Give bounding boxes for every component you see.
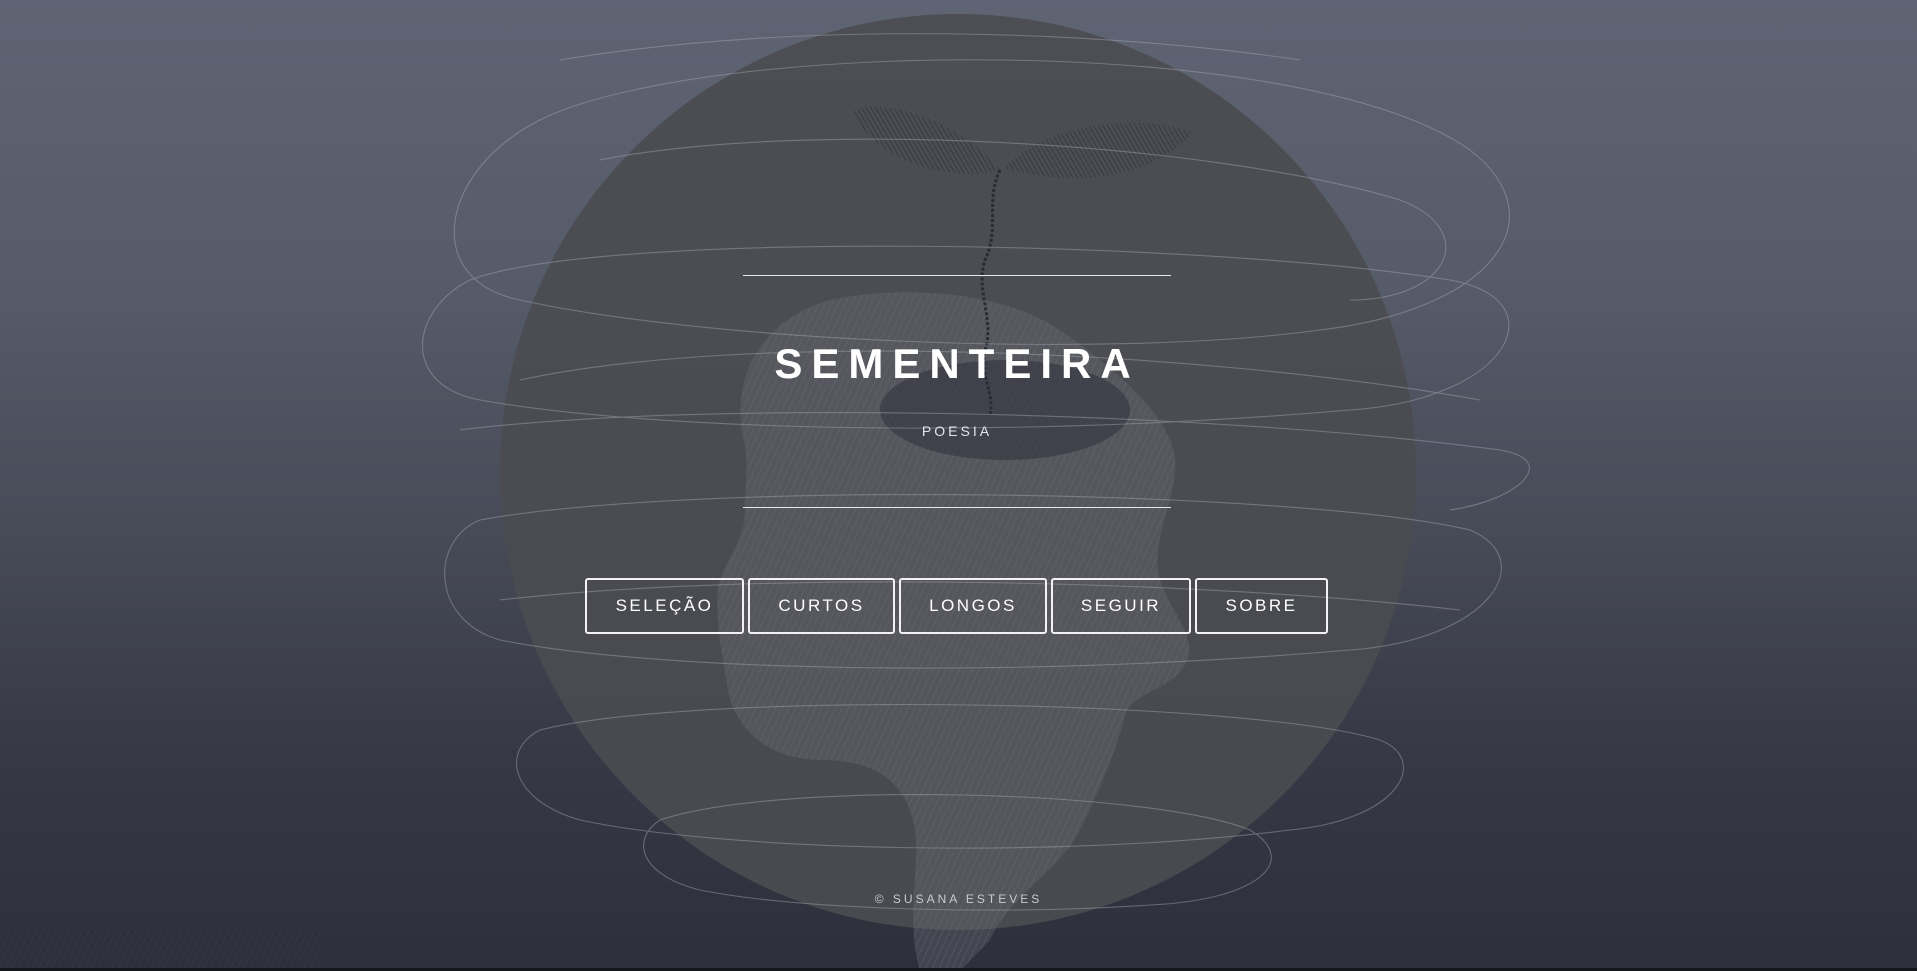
top-divider: [743, 275, 1171, 276]
site-header: SEMENTEIRA POESIA: [743, 275, 1171, 508]
site-subtitle: POESIA: [921, 423, 993, 439]
nav-button-seguir[interactable]: SEGUIR: [1051, 578, 1191, 634]
bottom-divider: [743, 507, 1171, 508]
nav-button-longos[interactable]: LONGOS: [899, 578, 1047, 634]
nav-button-selecao[interactable]: SELEÇÃO: [585, 578, 744, 634]
nav-button-sobre[interactable]: SOBRE: [1195, 578, 1328, 634]
main-nav: SELEÇÃO CURTOS LONGOS SEGUIR SOBRE: [585, 578, 1328, 634]
site-title: SEMENTEIRA: [774, 340, 1140, 387]
footer-copyright: © SUSANA ESTEVES: [874, 892, 1043, 906]
nav-button-curtos[interactable]: CURTOS: [748, 578, 895, 634]
